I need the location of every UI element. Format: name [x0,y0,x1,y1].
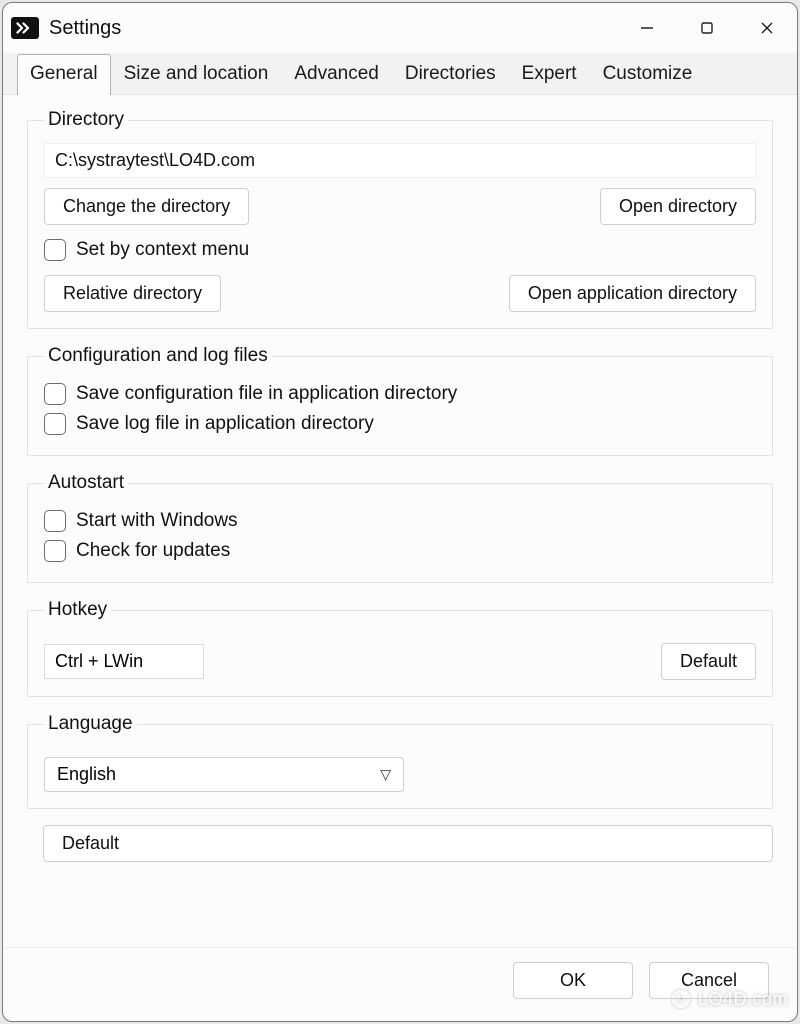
titlebar: Settings [3,3,797,53]
settings-window: Settings General Size and location Advan… [2,2,798,1022]
save-log-checkbox[interactable]: Save log file in application directory [44,409,756,439]
start-with-windows-checkbox[interactable]: Start with Windows [44,506,756,536]
maximize-button[interactable] [677,3,737,53]
cancel-button[interactable]: Cancel [649,962,769,999]
group-config-log: Configuration and log files Save configu… [27,345,773,456]
app-icon [11,17,39,39]
directory-path-input[interactable]: C:\systraytest\LO4D.com [44,143,756,178]
start-with-windows-label: Start with Windows [76,510,238,532]
tab-directories[interactable]: Directories [392,54,509,95]
tabbar: General Size and location Advanced Direc… [3,53,797,95]
save-config-checkbox[interactable]: Save configuration file in application d… [44,379,756,409]
tab-content: Directory C:\systraytest\LO4D.com Change… [3,95,797,947]
group-directory-legend: Directory [44,109,128,131]
tab-expert[interactable]: Expert [509,54,590,95]
relative-directory-button[interactable]: Relative directory [44,275,221,312]
change-directory-button[interactable]: Change the directory [44,188,249,225]
group-hotkey-legend: Hotkey [44,599,111,621]
chevron-down-icon: ▽ [380,766,391,783]
dialog-footer: OK Cancel [3,947,797,1021]
save-config-label: Save configuration file in application d… [76,383,457,405]
tab-advanced[interactable]: Advanced [281,54,392,95]
default-button[interactable]: Default [43,825,773,862]
check-updates-checkbox[interactable]: Check for updates [44,536,756,566]
set-by-context-menu-checkbox[interactable]: Set by context menu [44,235,249,265]
group-autostart: Autostart Start with Windows Check for u… [27,472,773,583]
open-app-directory-button[interactable]: Open application directory [509,275,756,312]
tab-customize[interactable]: Customize [590,54,706,95]
minimize-button[interactable] [617,3,677,53]
group-config-legend: Configuration and log files [44,345,272,367]
group-language-legend: Language [44,713,137,735]
group-hotkey: Hotkey Ctrl + LWin Default [27,599,773,697]
set-by-context-menu-label: Set by context menu [76,239,249,261]
language-selected-value: English [57,764,116,785]
group-autostart-legend: Autostart [44,472,128,494]
group-language: Language English ▽ [27,713,773,809]
hotkey-default-button[interactable]: Default [661,643,756,680]
tab-general[interactable]: General [17,54,111,95]
tab-size-location[interactable]: Size and location [111,54,282,95]
group-directory: Directory C:\systraytest\LO4D.com Change… [27,109,773,329]
hotkey-input[interactable]: Ctrl + LWin [44,644,204,679]
close-button[interactable] [737,3,797,53]
check-updates-label: Check for updates [76,540,230,562]
ok-button[interactable]: OK [513,962,633,999]
language-select[interactable]: English ▽ [44,757,404,792]
save-log-label: Save log file in application directory [76,413,374,435]
window-controls [617,3,797,53]
open-directory-button[interactable]: Open directory [600,188,756,225]
window-title: Settings [49,17,121,40]
